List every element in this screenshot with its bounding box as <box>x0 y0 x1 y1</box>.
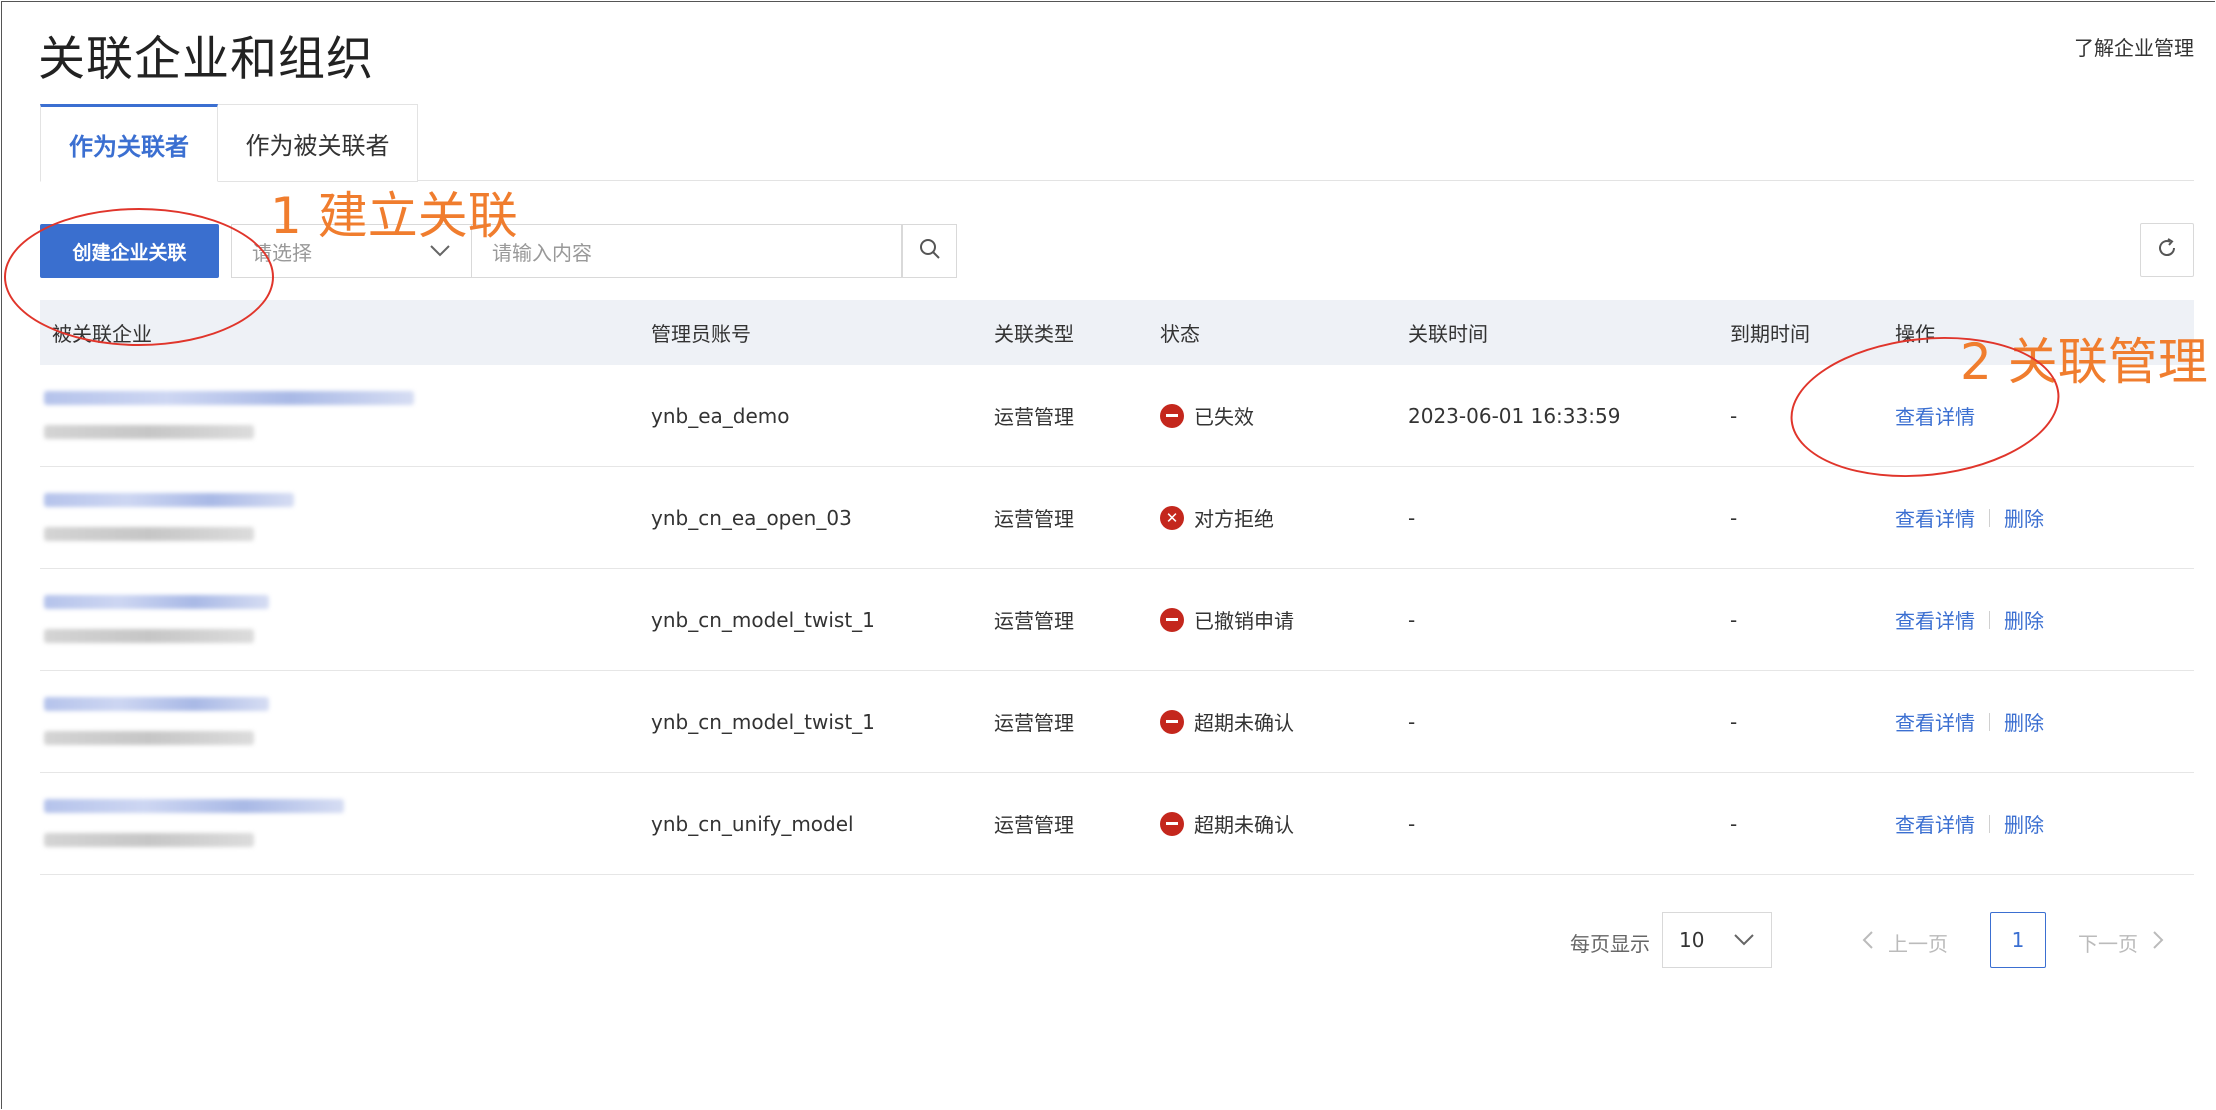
admin-account: ynb_cn_ea_open_03 <box>651 505 852 530</box>
enterprise-name-redacted <box>44 493 294 541</box>
pagination: 每页显示 10 上一页 1 下一页 <box>0 912 2216 968</box>
status-text: 已失效 <box>1194 405 1254 429</box>
minus-circle-icon <box>1160 709 1184 734</box>
help-link[interactable]: 了解企业管理 <box>2074 32 2194 61</box>
view-details-link[interactable]: 查看详情 <box>1895 503 1975 532</box>
row-actions: 查看详情 删除 <box>1895 605 2044 634</box>
page-size-select[interactable]: 10 <box>1662 912 1772 968</box>
status-badge: 已失效 <box>1160 401 1254 430</box>
enterprise-name-redacted <box>44 391 414 439</box>
page-size-value: 10 <box>1679 928 1705 952</box>
linked-time: 2023-06-01 16:33:59 <box>1408 403 1621 428</box>
prev-page-label: 上一页 <box>1888 932 1948 956</box>
enterprise-name-redacted <box>44 697 269 745</box>
status-text: 已撤销申请 <box>1194 609 1294 633</box>
header-status: 状态 <box>1160 322 1200 346</box>
status-text: 超期未确认 <box>1194 813 1294 837</box>
status-badge: 超期未确认 <box>1160 707 1294 736</box>
view-details-link[interactable]: 查看详情 <box>1895 605 1975 634</box>
refresh-icon <box>2155 236 2179 264</box>
chevron-right-icon <box>2152 930 2164 955</box>
prev-page-button[interactable]: 上一页 <box>1862 928 1948 957</box>
enterprise-name-redacted <box>44 595 269 643</box>
page-number-current[interactable]: 1 <box>1990 912 2046 968</box>
tab-bar: 作为关联者 作为被关联者 <box>40 104 418 182</box>
delete-link[interactable]: 删除 <box>2004 809 2044 838</box>
delete-link[interactable]: 删除 <box>2004 707 2044 736</box>
status-badge: 超期未确认 <box>1160 809 1294 838</box>
association-type: 运营管理 <box>994 405 1074 429</box>
status-text: 对方拒绝 <box>1194 507 1274 531</box>
tab-as-linker[interactable]: 作为关联者 <box>40 104 218 182</box>
chevron-down-icon <box>1733 928 1755 952</box>
chevron-left-icon <box>1862 930 1874 955</box>
expire-time: - <box>1730 709 1738 734</box>
search-button[interactable] <box>902 224 957 278</box>
table-row: ynb_cn_unify_model 运营管理 超期未确认 - - 查看详情 删除 <box>40 773 2194 875</box>
row-actions: 查看详情 删除 <box>1895 809 2044 838</box>
admin-account: ynb_cn_model_twist_1 <box>651 709 875 734</box>
admin-account: ynb_ea_demo <box>651 403 790 428</box>
annotation-step-1: 1 建立关联 <box>270 187 518 245</box>
expire-time: - <box>1730 811 1738 836</box>
action-divider <box>1989 610 1990 629</box>
association-type: 运营管理 <box>994 711 1074 735</box>
row-actions: 查看详情 删除 <box>1895 707 2044 736</box>
delete-link[interactable]: 删除 <box>2004 605 2044 634</box>
action-divider <box>1989 508 1990 527</box>
next-page-button[interactable]: 下一页 <box>2078 928 2164 957</box>
expire-time: - <box>1730 403 1738 428</box>
view-details-link[interactable]: 查看详情 <box>1895 707 1975 736</box>
delete-link[interactable]: 删除 <box>2004 503 2044 532</box>
error-x-icon: ✕ <box>1160 505 1184 530</box>
linked-time: - <box>1408 709 1416 734</box>
search-input[interactable]: 请输入内容 <box>472 224 902 278</box>
search-icon <box>919 238 941 264</box>
status-text: 超期未确认 <box>1194 711 1294 735</box>
expire-time: - <box>1730 607 1738 632</box>
enterprise-name-redacted <box>44 799 344 847</box>
action-divider <box>1989 712 1990 731</box>
page-title: 关联企业和组织 <box>38 32 374 87</box>
minus-circle-icon <box>1160 811 1184 836</box>
row-actions: 查看详情 删除 <box>1895 503 2044 532</box>
table-row: ynb_cn_model_twist_1 运营管理 已撤销申请 - - 查看详情 删除 <box>40 569 2194 671</box>
admin-account: ynb_cn_model_twist_1 <box>651 607 875 632</box>
header-linked-time: 关联时间 <box>1408 322 1488 346</box>
refresh-button[interactable] <box>2140 223 2194 277</box>
page-size-label: 每页显示 <box>1570 932 1650 956</box>
admin-account: ynb_cn_unify_model <box>651 811 854 836</box>
next-page-label: 下一页 <box>2078 932 2138 956</box>
status-badge: ✕ 对方拒绝 <box>1160 503 1274 532</box>
header-expire-time: 到期时间 <box>1730 322 1810 346</box>
minus-circle-icon <box>1160 607 1184 632</box>
view-details-link[interactable]: 查看详情 <box>1895 809 1975 838</box>
association-type: 运营管理 <box>994 609 1074 633</box>
minus-circle-icon <box>1160 403 1184 428</box>
header-admin-account: 管理员账号 <box>651 322 751 346</box>
linked-time: - <box>1408 811 1416 836</box>
status-badge: 已撤销申请 <box>1160 605 1294 634</box>
annotation-circle-1 <box>4 208 274 346</box>
table-row: ynb_cn_ea_open_03 运营管理 ✕ 对方拒绝 - - 查看详情 删除 <box>40 467 2194 569</box>
linked-time: - <box>1408 505 1416 530</box>
expire-time: - <box>1730 505 1738 530</box>
action-divider <box>1989 814 1990 833</box>
linked-time: - <box>1408 607 1416 632</box>
association-type: 运营管理 <box>994 507 1074 531</box>
association-type: 运营管理 <box>994 813 1074 837</box>
table-row: ynb_cn_model_twist_1 运营管理 超期未确认 - - 查看详情 删除 <box>40 671 2194 773</box>
header-type: 关联类型 <box>994 322 1074 346</box>
tab-as-linked[interactable]: 作为被关联者 <box>218 104 418 182</box>
